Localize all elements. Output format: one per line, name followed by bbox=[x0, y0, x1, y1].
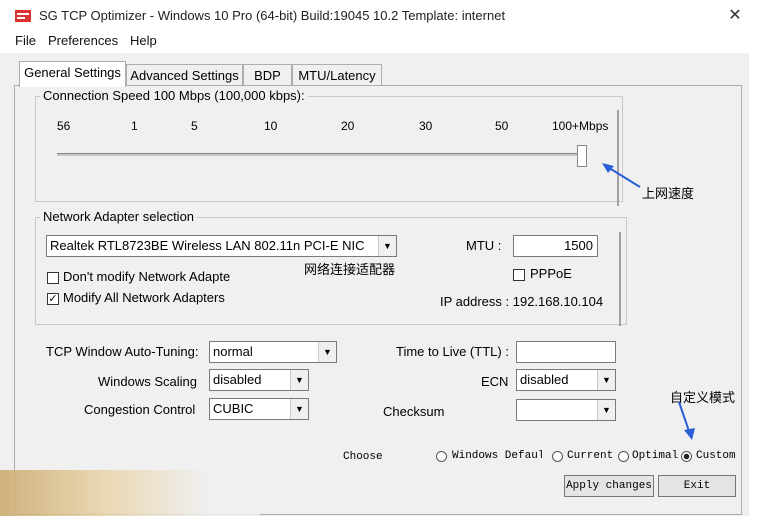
tab-general-settings[interactable]: General Settings bbox=[19, 61, 126, 87]
custom-arrow-head bbox=[684, 428, 695, 440]
background-desktop bbox=[749, 0, 757, 516]
custom-arrow bbox=[678, 401, 691, 435]
speed-annotation: 上网速度 bbox=[642, 186, 695, 201]
app-window: SG TCP Optimizer - Windows 10 Pro (64-bi… bbox=[0, 0, 749, 516]
speed-arrow-head bbox=[602, 163, 614, 173]
